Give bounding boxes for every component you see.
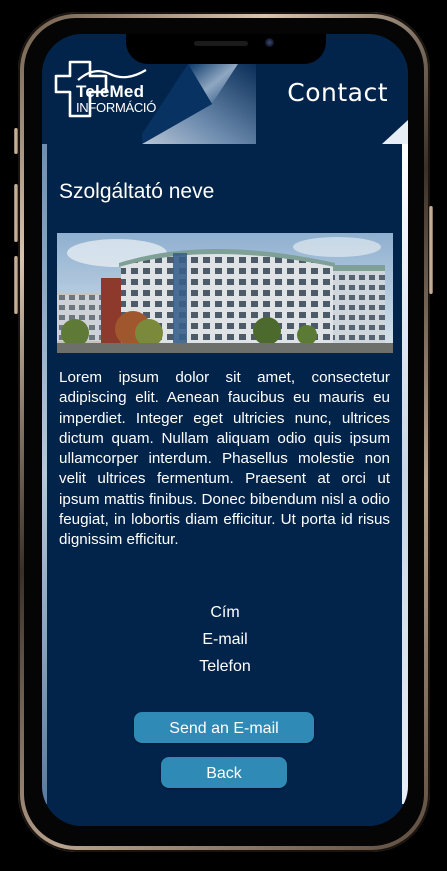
email-label: E-mail — [202, 631, 248, 648]
mute-switch — [14, 128, 18, 154]
phone-label: Telefon — [199, 658, 251, 675]
page-title: Contact — [287, 78, 388, 107]
logo-text-informacio: INFORMÁCIÓ — [76, 100, 157, 115]
logo-text-telemed: TeleMed — [76, 82, 145, 101]
front-camera-icon — [265, 38, 274, 47]
back-button[interactable]: Back — [161, 757, 287, 788]
device-stage: TeleMed INFORMÁCIÓ Contact Szolgáltató n… — [0, 0, 447, 871]
left-accent-line — [42, 144, 47, 804]
app-screen: TeleMed INFORMÁCIÓ Contact Szolgáltató n… — [42, 34, 408, 826]
power-button — [429, 206, 433, 294]
phone-notch — [126, 34, 326, 64]
volume-up-button — [14, 184, 18, 242]
speaker-grille — [194, 41, 248, 46]
provider-name: Szolgáltató neve — [59, 180, 215, 203]
address-label: Cím — [210, 604, 240, 621]
building-photo — [57, 233, 393, 353]
provider-description: Lorem ipsum dolor sit amet, consectetur … — [59, 369, 390, 549]
right-accent-line — [402, 144, 408, 804]
volume-down-button — [14, 256, 18, 314]
send-email-button[interactable]: Send an E-mail — [134, 712, 314, 743]
